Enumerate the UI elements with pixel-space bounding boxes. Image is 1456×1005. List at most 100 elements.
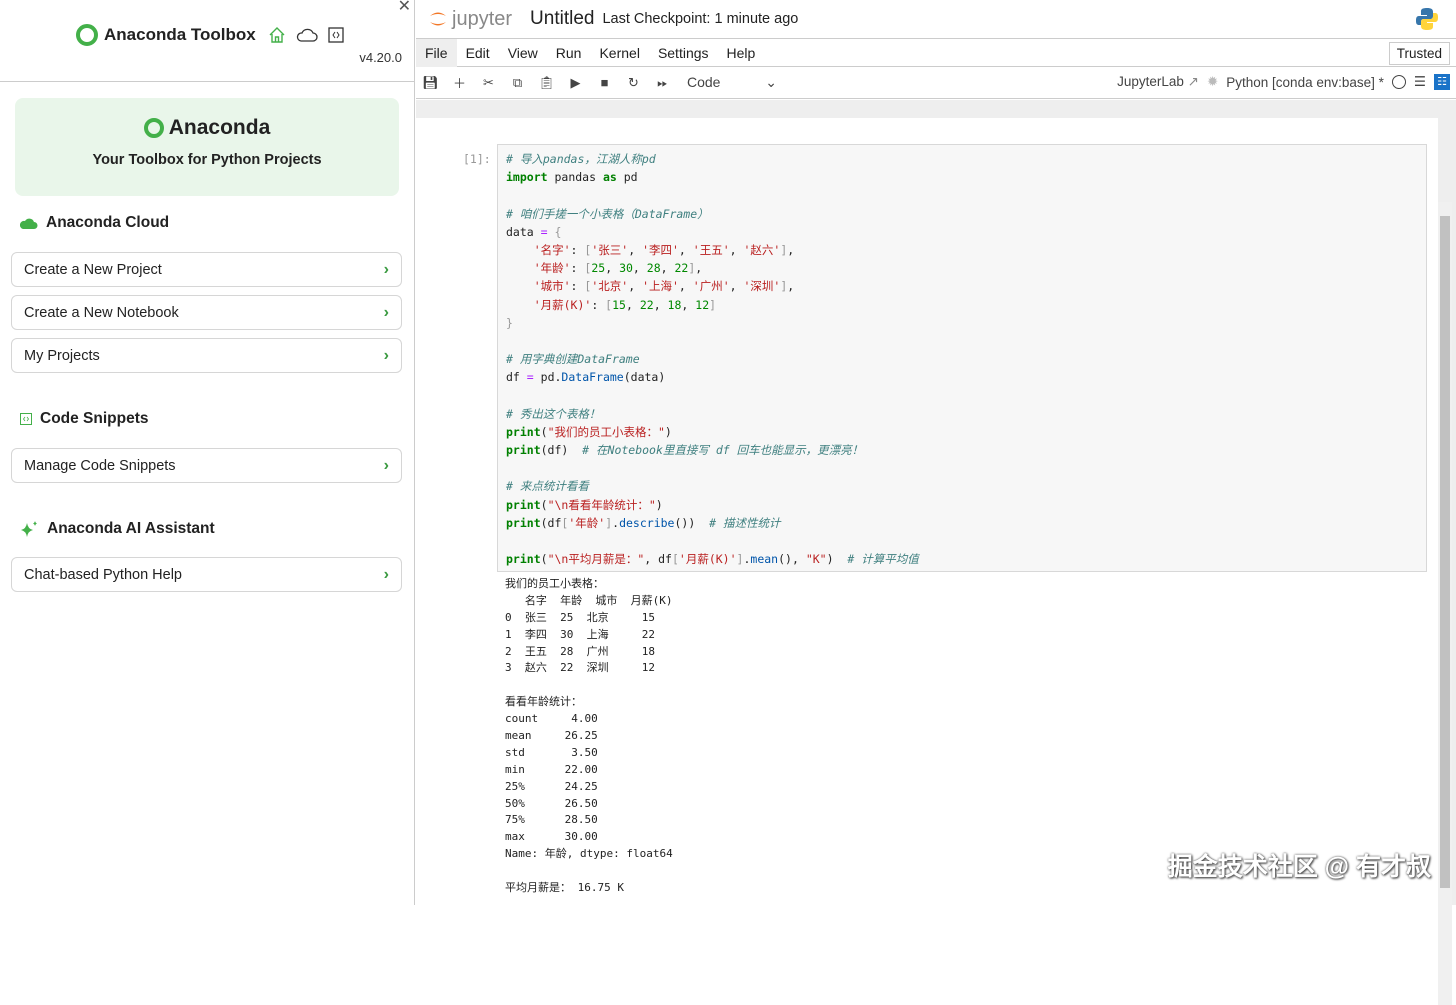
menu-edit[interactable]: Edit: [457, 39, 499, 67]
stop-icon[interactable]: ■: [590, 75, 619, 90]
output-line: 名字 年龄 城市 月薪(K): [505, 593, 673, 607]
watermark: 掘金技术社区 @ 有才叔: [1167, 853, 1431, 881]
cut-icon[interactable]: ✂: [474, 75, 503, 91]
menu-view[interactable]: View: [499, 39, 547, 67]
code-line: }: [506, 314, 1418, 332]
paste-icon[interactable]: 📋︎: [532, 75, 561, 91]
version-label: v4.20.0: [359, 50, 402, 65]
code-token: }: [506, 315, 513, 330]
menu-help[interactable]: Help: [718, 39, 765, 67]
debugger-icon[interactable]: ✹: [1207, 74, 1218, 90]
code-token: ,: [605, 261, 620, 276]
code-line: df = pd.DataFrame(data): [506, 368, 1418, 386]
open-jupyterlab-link[interactable]: JupyterLab ↗: [1117, 74, 1199, 90]
cloud-icon[interactable]: [296, 27, 318, 43]
code-token: '王五': [692, 242, 730, 257]
code-token: # 秀出这个表格！: [506, 406, 601, 421]
code-line: print("我们的员工小表格："): [506, 423, 1418, 441]
code-token: ,: [660, 261, 675, 276]
code-line: # 导入pandas，江湖人称pd: [506, 150, 1418, 168]
code-token: '城市': [506, 279, 571, 294]
code-token: pd: [616, 170, 638, 185]
code-token: 28: [646, 261, 661, 276]
code-token: "K": [805, 552, 827, 567]
scrollbar-thumb[interactable]: [1440, 216, 1450, 888]
code-line: # 来点统计看看: [506, 477, 1418, 495]
copy-icon[interactable]: ⧉: [503, 75, 532, 91]
chevron-right-icon: ›: [383, 456, 389, 474]
code-token: print: [506, 552, 541, 567]
cell-output: 我们的员工小表格： 名字 年龄 城市 月薪(K) 0 张三 25 北京 15 1 李…: [505, 576, 673, 897]
vertical-scrollbar[interactable]: [1438, 202, 1452, 1005]
output-line: 我们的员工小表格：: [505, 577, 604, 590]
output-line: 看看年龄统计：: [505, 695, 582, 709]
restart-icon[interactable]: ↻: [619, 75, 648, 91]
anaconda-logo-icon: [143, 118, 164, 138]
code-token: 15: [612, 297, 626, 312]
my-projects-button[interactable]: My Projects ›: [11, 338, 402, 373]
save-icon[interactable]: 💾︎: [416, 75, 445, 91]
code-token: pd.: [533, 370, 562, 385]
chevron-right-icon: ›: [383, 303, 389, 321]
section-anaconda-cloud: Anaconda Cloud: [20, 214, 169, 232]
manage-code-snippets-button[interactable]: Manage Code Snippets ›: [11, 448, 402, 483]
home-icon[interactable]: [268, 26, 286, 44]
menu-icon[interactable]: ☰: [1414, 74, 1426, 90]
output-line: 0 张三 25 北京 15: [505, 610, 655, 624]
code-token: # 在Notebook里直接写 df 回车也能显示，更漂亮！: [582, 443, 864, 457]
output-line: 75% 28.50: [505, 813, 598, 827]
kernel-status-icon: [1391, 75, 1406, 89]
jupyter-notebook: jupyter Untitled Last Checkpoint: 1 minu…: [416, 0, 1456, 1005]
code-snippet-icon[interactable]: [328, 27, 344, 43]
run-icon[interactable]: ▶: [561, 75, 590, 91]
python-logo-icon: [1416, 8, 1438, 30]
code-line: import pandas as pd: [506, 168, 1418, 186]
menu-file[interactable]: File: [416, 38, 457, 67]
code-token: '月薪(K)': [678, 552, 737, 567]
code-line: print("\n平均月薪是：", df['月薪(K)'].mean(), "K…: [506, 550, 1418, 568]
code-token: 30: [619, 261, 633, 276]
code-token: 18: [667, 297, 682, 312]
button-label: Create a New Notebook: [24, 304, 179, 321]
hero-title: Anaconda: [168, 116, 271, 139]
cell-type-select[interactable]: Code ⌄: [687, 74, 777, 91]
code-token: ,: [695, 261, 703, 276]
code-token: ,: [653, 297, 668, 312]
code-token: ,: [787, 279, 795, 294]
code-token: mean: [750, 552, 779, 567]
menu-settings[interactable]: Settings: [649, 39, 718, 67]
code-token: DataFrame: [561, 370, 624, 385]
code-token: as: [602, 170, 617, 185]
create-new-notebook-button[interactable]: Create a New Notebook ›: [11, 295, 402, 330]
anaconda-logo-icon: [76, 24, 98, 46]
menu-run[interactable]: Run: [547, 39, 591, 67]
jupyter-logo[interactable]: jupyter: [428, 8, 512, 31]
section-title: Anaconda Cloud: [46, 214, 170, 231]
menu-kernel[interactable]: Kernel: [590, 39, 648, 67]
property-inspector-icon[interactable]: ☷: [1434, 74, 1450, 90]
kernel-name[interactable]: Python [conda env:base] *: [1226, 75, 1384, 90]
fast-forward-icon[interactable]: ⏩︎: [648, 75, 677, 91]
chat-python-help-button[interactable]: Chat-based Python Help ›: [11, 557, 402, 592]
output-line: 平均月薪是： 16.75 K: [505, 881, 624, 895]
add-cell-icon[interactable]: ＋: [445, 73, 474, 92]
code-line: # 用字典创建DataFrame: [506, 350, 1418, 368]
notebook-title[interactable]: Untitled: [530, 8, 594, 30]
code-token: ,: [787, 242, 795, 257]
button-label: Create a New Project: [24, 261, 162, 278]
code-token: =: [540, 224, 548, 239]
code-line: print("\n看看年龄统计："): [506, 496, 1418, 514]
code-cell-editor[interactable]: # 导入pandas，江湖人称pd import pandas as pd # 咱…: [497, 144, 1427, 572]
chevron-right-icon: ›: [383, 565, 389, 583]
create-new-project-button[interactable]: Create a New Project ›: [11, 252, 402, 287]
section-ai-assistant: Anaconda AI Assistant: [20, 520, 215, 538]
code-token: '张三': [591, 242, 629, 257]
trusted-indicator[interactable]: Trusted: [1388, 42, 1450, 65]
toolbox-title: Anaconda Toolbox: [104, 25, 256, 44]
code-line: '月薪(K)': [15, 22, 18, 12]: [506, 296, 1418, 314]
button-label: Chat-based Python Help: [24, 566, 182, 583]
code-token: '赵六': [743, 242, 781, 257]
hero-banner: Anaconda Your Toolbox for Python Project…: [15, 98, 399, 196]
